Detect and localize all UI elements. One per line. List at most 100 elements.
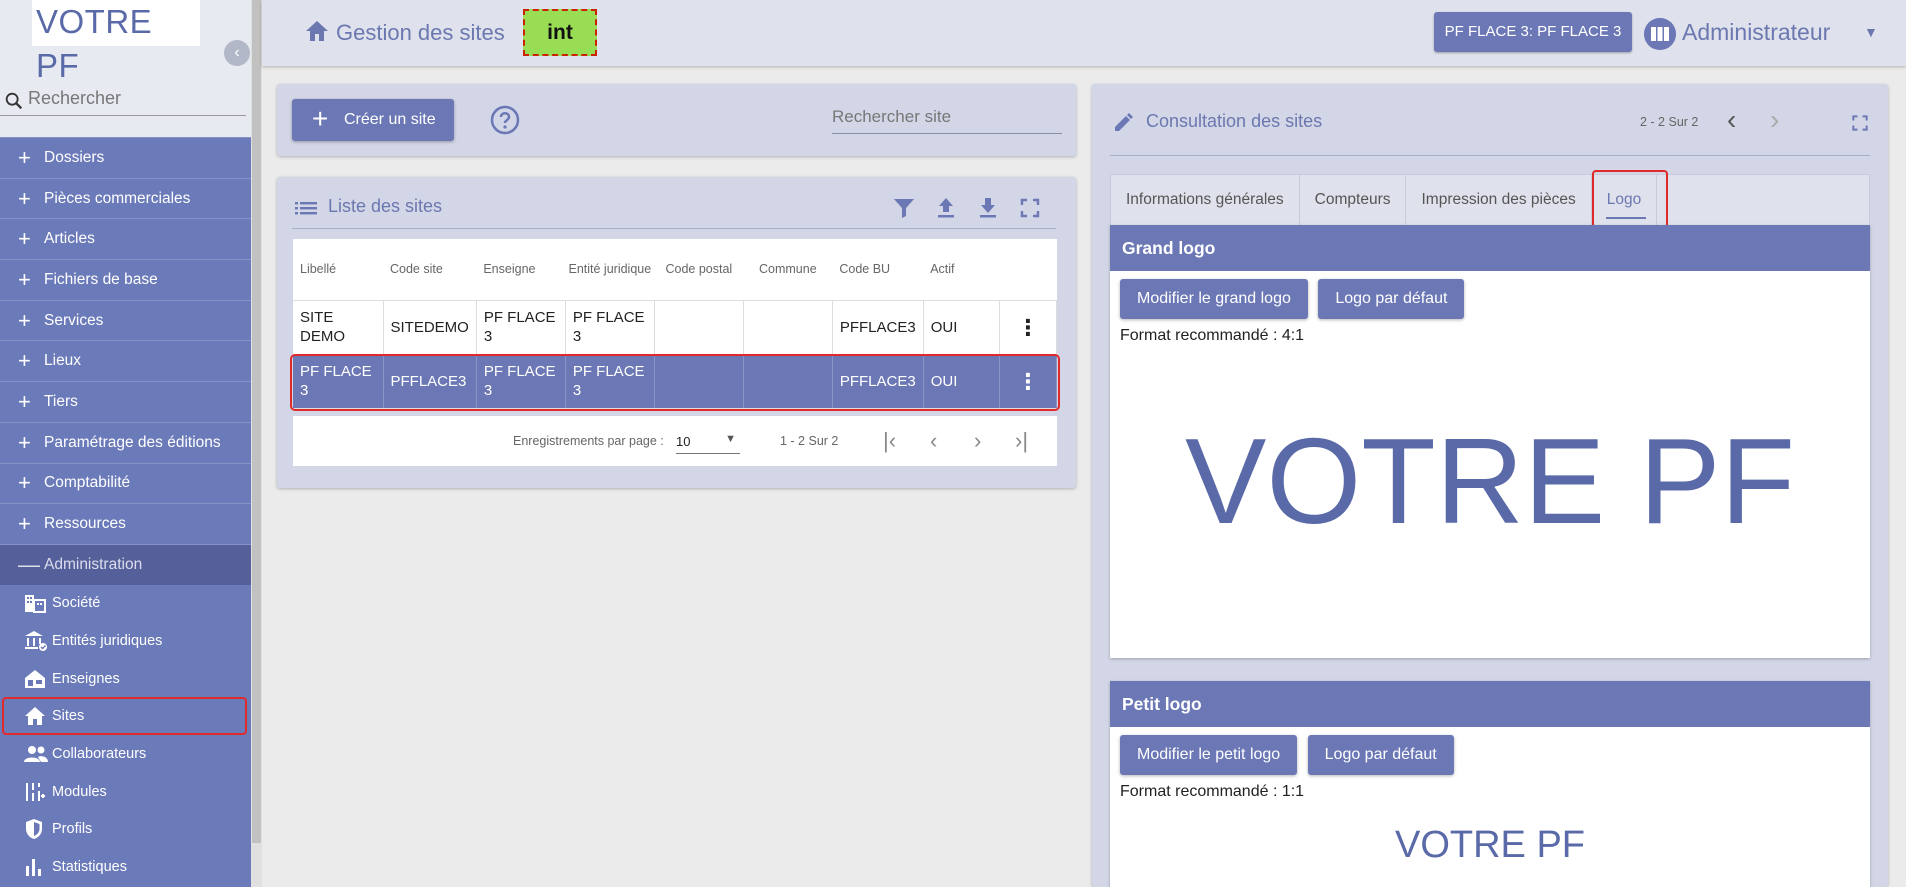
collapse-sidebar-button[interactable]: ‹	[224, 40, 250, 66]
tab-logo[interactable]: Logo	[1592, 175, 1658, 225]
top-bar: Gestion des sites int PF FLACE 3: PF FLA…	[262, 0, 1906, 66]
scrollbar-thumb[interactable]	[252, 0, 261, 843]
table-row-selected[interactable]: PF FLACE 3 PFFLACE3 PF FLACE 3 PF FLACE …	[293, 354, 1058, 409]
avatar[interactable]	[1644, 18, 1676, 50]
sidebar-item-ressources[interactable]: + Ressources	[0, 503, 251, 544]
next-page-icon[interactable]: ›	[974, 428, 981, 454]
upload-icon[interactable]	[934, 196, 958, 220]
sidebar-item-tiers[interactable]: + Tiers	[0, 381, 251, 422]
home-icon	[24, 705, 52, 727]
sidebar: VOTRE PF ‹ Rechercher + Dossiers + Pièces …	[0, 0, 251, 887]
expand-icon: +	[18, 307, 31, 333]
cell-enseigne: PF FLACE 3	[476, 300, 566, 355]
chevron-down-icon[interactable]: ▼	[1864, 24, 1878, 40]
default-petit-logo-button[interactable]: Logo par défaut	[1307, 735, 1454, 775]
sidebar-item-comptabilite[interactable]: + Comptabilité	[0, 462, 251, 504]
sidebar-item-label: Paramétrage des éditions	[44, 433, 221, 451]
petit-logo-format: Format recommandé : 1:1	[1120, 783, 1305, 800]
actions-panel: + Créer un site Rechercher site	[277, 84, 1076, 156]
fullscreen-icon[interactable]	[1850, 113, 1870, 133]
column-header-code-bu[interactable]: Code BU	[832, 239, 924, 301]
more-vert-icon[interactable]: ⋮	[999, 300, 1058, 355]
list-header: Liste des sites	[292, 191, 1056, 229]
sidebar-item-label: Pièces commerciales	[44, 189, 191, 207]
sidebar-subitem-enseignes[interactable]: Enseignes	[0, 660, 251, 698]
user-name[interactable]: Administrateur	[1682, 19, 1830, 46]
sidebar-item-parametrage-editions[interactable]: + Paramétrage des éditions	[0, 421, 251, 463]
modules-icon	[24, 781, 52, 803]
sidebar-subitem-collaborateurs[interactable]: Collaborateurs	[0, 735, 251, 773]
default-grand-logo-button[interactable]: Logo par défaut	[1318, 279, 1465, 319]
cell-code-bu: PFFLACE3	[832, 354, 924, 409]
column-header-code-postal[interactable]: Code postal	[654, 239, 744, 301]
tab-compteurs[interactable]: Compteurs	[1300, 175, 1407, 225]
sidebar-item-lieux[interactable]: + Lieux	[0, 340, 251, 381]
sidebar-item-fichiers-de-base[interactable]: + Fichiers de base	[0, 259, 251, 300]
sidebar-item-dossiers[interactable]: + Dossiers	[0, 137, 251, 178]
home-icon[interactable]	[304, 19, 330, 43]
site-search-placeholder: Rechercher site	[832, 107, 952, 126]
sidebar-subitem-societe[interactable]: Société	[0, 585, 251, 623]
column-header-actif[interactable]: Actif	[923, 239, 1000, 301]
sidebar-item-services[interactable]: + Services	[0, 299, 251, 341]
site-search-input[interactable]: Rechercher site	[832, 102, 1062, 134]
sidebar-scrollbar[interactable]	[251, 0, 262, 887]
fullscreen-icon[interactable]	[1018, 196, 1042, 220]
filter-icon[interactable]	[892, 196, 916, 220]
column-header-entite-juridique[interactable]: Entité juridique	[565, 239, 655, 301]
create-site-label: Créer un site	[344, 111, 436, 128]
per-page-select[interactable]: 10 ▼	[676, 428, 740, 454]
cell-code-site: SITEDEMO	[383, 300, 477, 355]
expand-icon: +	[18, 266, 31, 292]
brand-logo: VOTRE PF	[32, 0, 200, 84]
column-header-enseigne[interactable]: Enseigne	[476, 239, 566, 301]
expand-icon: +	[18, 226, 31, 252]
create-site-button[interactable]: + Créer un site	[292, 99, 454, 141]
expand-icon: +	[18, 511, 31, 537]
table-row[interactable]: SITE DEMO SITEDEMO PF FLACE 3 PF FLACE 3…	[293, 300, 1058, 355]
sidebar-item-administration[interactable]: — Administration	[0, 543, 251, 585]
context-selector-button[interactable]: PF FLACE 3: PF FLACE 3	[1434, 12, 1632, 52]
cell-commune	[743, 354, 833, 409]
tab-logo-label: Logo	[1606, 191, 1642, 208]
more-vert-icon[interactable]: ⋮	[999, 354, 1058, 409]
people-icon	[24, 743, 52, 765]
tab-informations-generales[interactable]: Informations générales	[1111, 175, 1300, 225]
sidebar-subitem-label: Modules	[52, 783, 107, 800]
tab-impression-des-pieces[interactable]: Impression des pièces	[1406, 175, 1592, 225]
active-tab-indicator	[1605, 217, 1647, 219]
cell-libelle: PF FLACE 3	[293, 354, 384, 409]
column-header-code-site[interactable]: Code site	[383, 239, 477, 301]
cell-code-site: PFFLACE3	[383, 354, 477, 409]
sidebar-item-label: Lieux	[44, 352, 82, 370]
grand-logo-title: Grand logo	[1110, 225, 1870, 271]
sidebar-subitem-modules[interactable]: Modules	[0, 773, 251, 811]
first-page-icon[interactable]: |‹	[883, 428, 896, 454]
last-page-icon[interactable]: ›|	[1015, 428, 1028, 454]
column-header-commune[interactable]: Commune	[743, 239, 833, 301]
download-icon[interactable]	[976, 196, 1000, 220]
sidebar-subitem-label: Entités juridiques	[52, 632, 163, 649]
prev-record-icon[interactable]: ‹	[1727, 104, 1736, 136]
edit-icon	[1115, 113, 1133, 131]
sidebar-subitem-sites[interactable]: Sites	[2, 697, 247, 736]
petit-logo-preview: VOTRE PF	[1394, 824, 1586, 866]
modify-petit-logo-button[interactable]: Modifier le petit logo	[1120, 735, 1298, 775]
modify-grand-logo-button[interactable]: Modifier le grand logo	[1120, 279, 1308, 319]
next-record-icon[interactable]: ›	[1770, 104, 1779, 136]
sites-table: Libellé Code site Enseigne Entité juridi…	[293, 239, 1058, 409]
help-icon[interactable]	[490, 105, 520, 135]
sidebar-search-input[interactable]: Rechercher	[0, 84, 246, 116]
prev-page-icon[interactable]: ‹	[930, 428, 937, 454]
sidebar-subitem-label: Société	[52, 595, 101, 612]
list-title: Liste des sites	[328, 196, 443, 216]
column-header-libelle[interactable]: Libellé	[293, 239, 383, 301]
sidebar-item-pieces-commerciales[interactable]: + Pièces commerciales	[0, 177, 251, 219]
sidebar-subitem-statistiques[interactable]: Statistiques	[0, 848, 251, 886]
sidebar-item-articles[interactable]: + Articles	[0, 218, 251, 259]
sidebar-header: VOTRE PF ‹ Rechercher	[0, 0, 251, 137]
sidebar-subitem-profils[interactable]: Profils	[0, 811, 251, 849]
sidebar-item-label: Articles	[44, 230, 95, 248]
bank-icon	[24, 630, 52, 652]
sidebar-subitem-entites-juridiques[interactable]: Entités juridiques	[0, 622, 251, 660]
